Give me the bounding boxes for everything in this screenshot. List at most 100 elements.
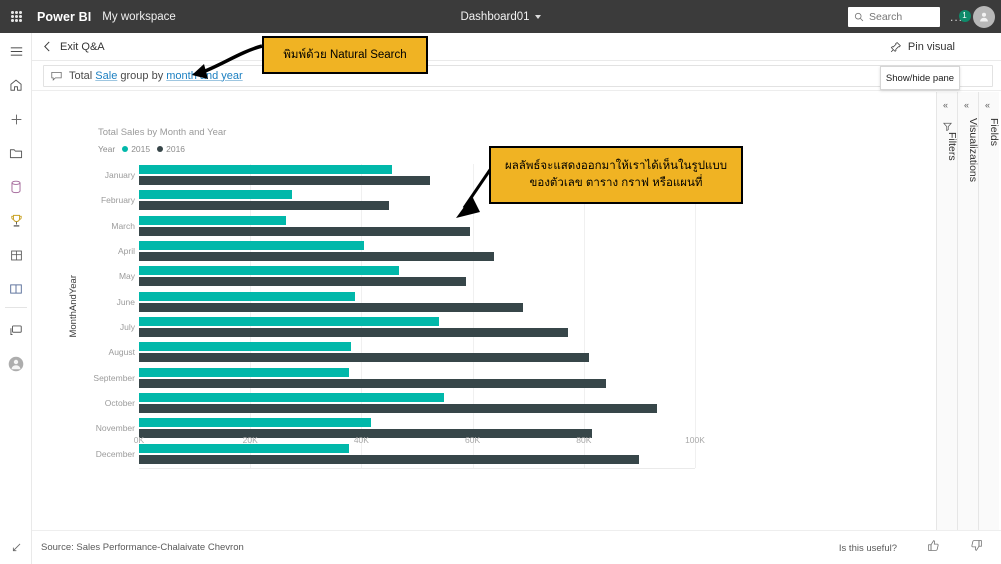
workspace-label[interactable]: My workspace — [102, 11, 176, 23]
qa-prefix: Total — [69, 70, 95, 82]
bar-2015-may[interactable] — [139, 266, 399, 275]
sidebar-item-workspaces[interactable] — [0, 316, 32, 344]
sidebar-item-navigation-menu[interactable] — [0, 37, 32, 65]
tooltip-label: Show/hide pane — [886, 73, 954, 84]
qa-input-row: Total Sale group by month and year — [32, 61, 1001, 91]
show-hide-pane-tooltip: Show/hide pane — [880, 66, 960, 90]
bar-2015-august[interactable] — [139, 342, 351, 351]
sidebar-item-learn[interactable] — [0, 275, 32, 303]
bar-2015-october[interactable] — [139, 393, 444, 402]
visualizations-pane-collapsed[interactable]: « Visualizations — [957, 92, 978, 530]
bar-2015-september[interactable] — [139, 368, 349, 377]
home-icon — [9, 78, 23, 92]
chevron-down-icon — [535, 15, 541, 19]
sidebar-item-data-hub[interactable] — [0, 173, 32, 201]
search-icon — [854, 12, 864, 22]
bar-2016-december[interactable] — [139, 455, 639, 464]
bar-2015-june[interactable] — [139, 292, 355, 301]
qa-question-input[interactable]: Total Sale group by month and year — [43, 65, 993, 87]
sidebar-item-apps[interactable] — [0, 241, 32, 269]
expand-fields-chevron-icon[interactable]: « — [985, 100, 990, 110]
bar-2016-february[interactable] — [139, 201, 389, 210]
chart-category-row: November — [139, 417, 695, 442]
user-avatar-icon[interactable] — [973, 6, 995, 28]
apps-grid-icon — [10, 249, 23, 262]
filters-pane-collapsed[interactable]: « Filters — [936, 92, 957, 530]
bar-2015-april[interactable] — [139, 241, 364, 250]
legend-item-2015[interactable]: 2015 — [122, 144, 150, 154]
fields-pane-title: Fields — [979, 118, 1000, 146]
legend-label-2015: 2015 — [131, 144, 150, 154]
sidebar-item-my-workspace[interactable] — [0, 350, 32, 378]
y-axis-tick-label: October — [73, 398, 135, 408]
thumbs-down-icon[interactable] — [970, 539, 983, 557]
pin-icon — [890, 41, 902, 53]
x-axis-line — [139, 468, 695, 469]
chart-category-row: June — [139, 291, 695, 316]
exit-qa-button[interactable]: Exit Q&A — [43, 41, 105, 53]
dashboard-selector[interactable]: Dashboard01 — [460, 11, 540, 23]
sidebar-item-goals[interactable] — [0, 207, 32, 235]
expand-rail-button[interactable] — [0, 536, 32, 558]
visualizations-pane-title: Visualizations — [958, 118, 979, 182]
chart-category-row: March — [139, 215, 695, 240]
y-axis-tick-label: February — [73, 195, 135, 205]
chart-legend: Year 2015 2016 — [98, 144, 185, 154]
person-glyph-icon — [978, 11, 990, 23]
y-axis-tick-label: March — [73, 221, 135, 231]
bar-2016-july[interactable] — [139, 328, 568, 337]
pin-visual-button[interactable]: Pin visual — [890, 41, 955, 53]
x-axis-tick-label: 80K — [576, 435, 591, 445]
bar-2015-july[interactable] — [139, 317, 439, 326]
legend-item-2016[interactable]: 2016 — [157, 144, 185, 154]
feedback-label: Is this useful? — [839, 543, 897, 554]
y-axis-tick-label: April — [73, 246, 135, 256]
bar-2016-september[interactable] — [139, 379, 606, 388]
bar-2016-march[interactable] — [139, 227, 470, 236]
plus-icon — [10, 113, 23, 126]
search-input[interactable]: Search — [848, 7, 940, 27]
search-placeholder: Search — [869, 11, 902, 23]
chart-title: Total Sales by Month and Year — [98, 127, 226, 138]
bar-2016-august[interactable] — [139, 353, 589, 362]
bar-2016-january[interactable] — [139, 176, 430, 185]
fields-pane-collapsed[interactable]: « Fields — [978, 92, 999, 530]
chart-category-row: October — [139, 392, 695, 417]
annotation-2-line1: ผลลัพธ์จะแสดงออกมาให้เราได้เห็นในรูปแบบ — [505, 158, 727, 175]
pin-visual-label: Pin visual — [908, 41, 955, 53]
bar-2015-february[interactable] — [139, 190, 292, 199]
more-options-button[interactable]: ... 1 — [946, 12, 967, 22]
bar-2015-march[interactable] — [139, 216, 286, 225]
database-icon — [10, 180, 22, 194]
sidebar-item-browse[interactable] — [0, 139, 32, 167]
thumbs-up-icon[interactable] — [927, 539, 940, 557]
annotation-1-text: พิมพ์ด้วย Natural Search — [283, 47, 406, 64]
bar-2015-november[interactable] — [139, 418, 371, 427]
bar-2016-october[interactable] — [139, 404, 657, 413]
bar-2015-december[interactable] — [139, 444, 349, 453]
chart-plot-area: JanuaryFebruaryMarchAprilMayJuneJulyAugu… — [139, 164, 695, 468]
folder-icon — [9, 147, 23, 159]
bar-2016-april[interactable] — [139, 252, 494, 261]
expand-filters-chevron-icon[interactable]: « — [943, 100, 948, 110]
sidebar-item-home[interactable] — [0, 71, 32, 99]
expand-visualizations-chevron-icon[interactable]: « — [964, 100, 969, 110]
y-axis-tick-label: January — [73, 170, 135, 180]
brand-label[interactable]: Power BI — [37, 10, 91, 24]
legend-swatch-2016 — [157, 146, 163, 152]
notification-badge: 1 — [959, 10, 971, 22]
y-axis-tick-label: July — [73, 322, 135, 332]
y-axis-tick-label: June — [73, 297, 135, 307]
sidebar-item-create[interactable] — [0, 105, 32, 133]
gridline — [695, 164, 696, 468]
hamburger-icon — [10, 46, 23, 57]
bar-2015-january[interactable] — [139, 165, 392, 174]
qa-term-measure[interactable]: Sale — [95, 70, 117, 82]
bar-2016-june[interactable] — [139, 303, 523, 312]
report-canvas: Total Sales by Month and Year Year 2015 … — [32, 92, 936, 530]
bar-2016-may[interactable] — [139, 277, 466, 286]
dashboard-name: Dashboard01 — [460, 11, 529, 23]
rail-divider — [5, 307, 27, 308]
annotation-2-line2: ของตัวเลข ตาราง กราฟ หรือแผนที่ — [505, 175, 727, 192]
app-launcher-icon[interactable] — [0, 0, 33, 33]
